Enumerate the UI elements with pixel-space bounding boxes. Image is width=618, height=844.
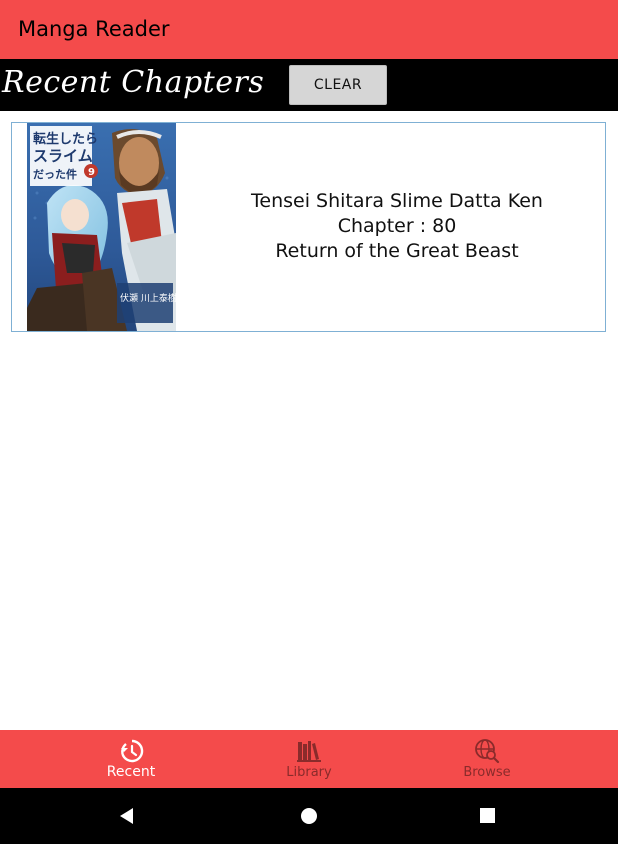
chapter-name: Return of the Great Beast bbox=[275, 240, 519, 262]
bottom-navigation: Recent Library Browse bbox=[0, 730, 618, 788]
app-title: Manga Reader bbox=[18, 17, 170, 41]
recents-icon[interactable] bbox=[476, 804, 500, 828]
chapter-number: Chapter : 80 bbox=[337, 215, 457, 237]
recent-list: 転生したら スライム だった件 9 伏瀬 川上泰樹 Tensei Shitara… bbox=[0, 111, 618, 730]
system-navigation-bar bbox=[0, 788, 618, 844]
nav-label-recent: Recent bbox=[106, 764, 156, 780]
back-icon[interactable] bbox=[115, 804, 139, 828]
chapter-info: Tensei Shitara Slime Datta Ken Chapter :… bbox=[187, 189, 607, 264]
home-icon[interactable] bbox=[297, 804, 321, 828]
manga-title: Tensei Shitara Slime Datta Ken bbox=[251, 190, 543, 212]
cover-title-top: 転生したら bbox=[33, 131, 98, 147]
nav-label-library: Library bbox=[286, 765, 332, 780]
cover-title-middle: スライム bbox=[33, 147, 93, 165]
app-root: Manga Reader Recent Chapters CLEAR 転生したら… bbox=[0, 0, 618, 844]
nav-label-browse: Browse bbox=[463, 765, 511, 780]
history-icon bbox=[121, 739, 144, 763]
app-bar: Manga Reader bbox=[0, 0, 618, 59]
library-books-icon bbox=[297, 741, 321, 762]
section-title: Recent Chapters bbox=[2, 65, 265, 100]
globe-search-icon bbox=[475, 739, 500, 764]
nav-item-recent[interactable]: Recent bbox=[28, 730, 234, 788]
section-header: Recent Chapters CLEAR bbox=[0, 59, 618, 111]
cover-volume-number: 9 bbox=[88, 167, 95, 178]
nav-item-library[interactable]: Library bbox=[206, 730, 412, 788]
cover-title-bottom: だった件 bbox=[33, 167, 77, 181]
recent-chapter-card[interactable]: 転生したら スライム だった件 9 伏瀬 川上泰樹 Tensei Shitara… bbox=[11, 122, 606, 332]
cover-authors: 伏瀬 川上泰樹 bbox=[120, 292, 176, 304]
clear-button[interactable]: CLEAR bbox=[289, 65, 387, 105]
manga-cover-image: 転生したら スライム だった件 9 伏瀬 川上泰樹 bbox=[27, 123, 176, 331]
nav-item-browse[interactable]: Browse bbox=[384, 730, 590, 788]
